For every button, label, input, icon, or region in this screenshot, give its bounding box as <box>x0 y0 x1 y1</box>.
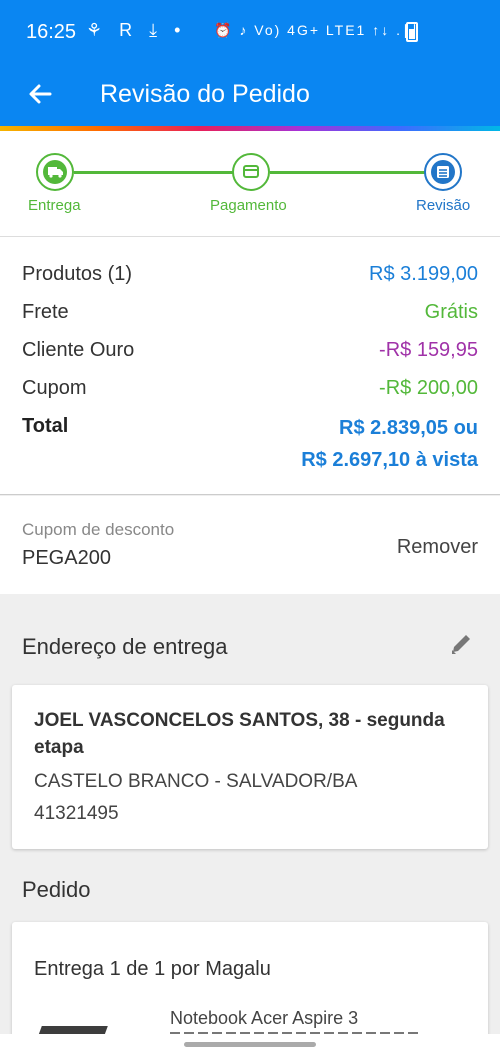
summary-row-coupon: Cupom -R$ 200,00 <box>22 377 478 407</box>
shipping-label: Frete <box>22 301 69 323</box>
status-bar: 16:25 ⚘ R ⤓ • ⏰ ♪ Vo) 4G+ LTE1 ↑↓ .∣∣ <box>0 0 500 64</box>
address-section-title: Endereço de entrega <box>22 634 228 659</box>
summary-row-shipping: Frete Grátis <box>22 301 478 331</box>
truck-icon <box>43 160 67 184</box>
list-icon <box>431 160 455 184</box>
step-pagamento[interactable] <box>232 153 270 191</box>
order-section-title: Pedido <box>22 877 91 902</box>
card-icon <box>243 165 259 178</box>
notification-icons: ⚘ R ⤓ • <box>86 20 187 40</box>
coupon-discount-label: Cupom <box>22 377 87 399</box>
system-nav-bar <box>0 1034 500 1056</box>
order-summary: Produtos (1) R$ 3.199,00 Frete Grátis Cl… <box>0 237 500 495</box>
arrow-left-icon[interactable] <box>24 78 56 110</box>
checkout-stepper: Entrega Pagamento Revisão <box>0 131 500 237</box>
step-connector <box>270 171 425 174</box>
home-gesture-handle[interactable] <box>184 1042 316 1047</box>
remove-coupon-button[interactable]: Remover <box>397 536 478 559</box>
address-zip: 41321495 <box>34 803 119 824</box>
step-label-pagamento: Pagamento <box>210 197 287 214</box>
address-street: JOEL VASCONCELOS SANTOS, 38 - segunda et… <box>34 710 445 758</box>
shipping-value: Grátis <box>424 301 478 323</box>
products-value: R$ 3.199,00 <box>369 263 478 285</box>
coupon-code: PEGA200 <box>22 547 111 569</box>
step-label-revisao: Revisão <box>416 197 471 214</box>
coupon-discount-value: -R$ 200,00 <box>379 377 478 399</box>
address-card[interactable]: JOEL VASCONCELOS SANTOS, 38 - segunda et… <box>12 685 488 849</box>
page-title: Revisão do Pedido <box>100 80 310 108</box>
summary-row-products: Produtos (1) R$ 3.199,00 <box>22 263 478 293</box>
gold-discount-label: Cliente Ouro <box>22 339 135 361</box>
step-entrega[interactable] <box>36 153 74 191</box>
total-cash: R$ 2.697,10 à vista <box>301 449 478 471</box>
gold-discount-value: -R$ 159,95 <box>379 339 478 361</box>
products-label: Produtos (1) <box>22 263 133 285</box>
status-time: 16:25 <box>26 21 77 43</box>
step-connector <box>74 171 234 174</box>
total-installment: R$ 2.839,05 ou <box>339 417 478 439</box>
total-value: R$ 2.839,05 ou R$ 2.697,10 à vista <box>301 412 478 476</box>
battery-icon <box>406 22 418 42</box>
total-label: Total <box>22 415 69 437</box>
address-city: CASTELO BRANCO - SALVADOR/BA <box>34 771 358 792</box>
app-bar: Revisão do Pedido <box>0 64 500 126</box>
pencil-icon[interactable] <box>448 630 476 658</box>
product-name[interactable]: Notebook Acer Aspire 3 <box>170 1008 358 1029</box>
step-revisao[interactable] <box>424 153 462 191</box>
system-status-icons: ⏰ ♪ Vo) 4G+ LTE1 ↑↓ .∣∣ <box>214 22 420 38</box>
delivery-label: Entrega 1 de 1 por Magalu <box>34 958 271 980</box>
coupon-caption: Cupom de desconto <box>22 520 175 539</box>
coupon-section: Cupom de desconto PEGA200 Remover <box>0 496 500 594</box>
summary-row-gold: Cliente Ouro -R$ 159,95 <box>22 339 478 369</box>
step-label-entrega: Entrega <box>28 197 81 214</box>
